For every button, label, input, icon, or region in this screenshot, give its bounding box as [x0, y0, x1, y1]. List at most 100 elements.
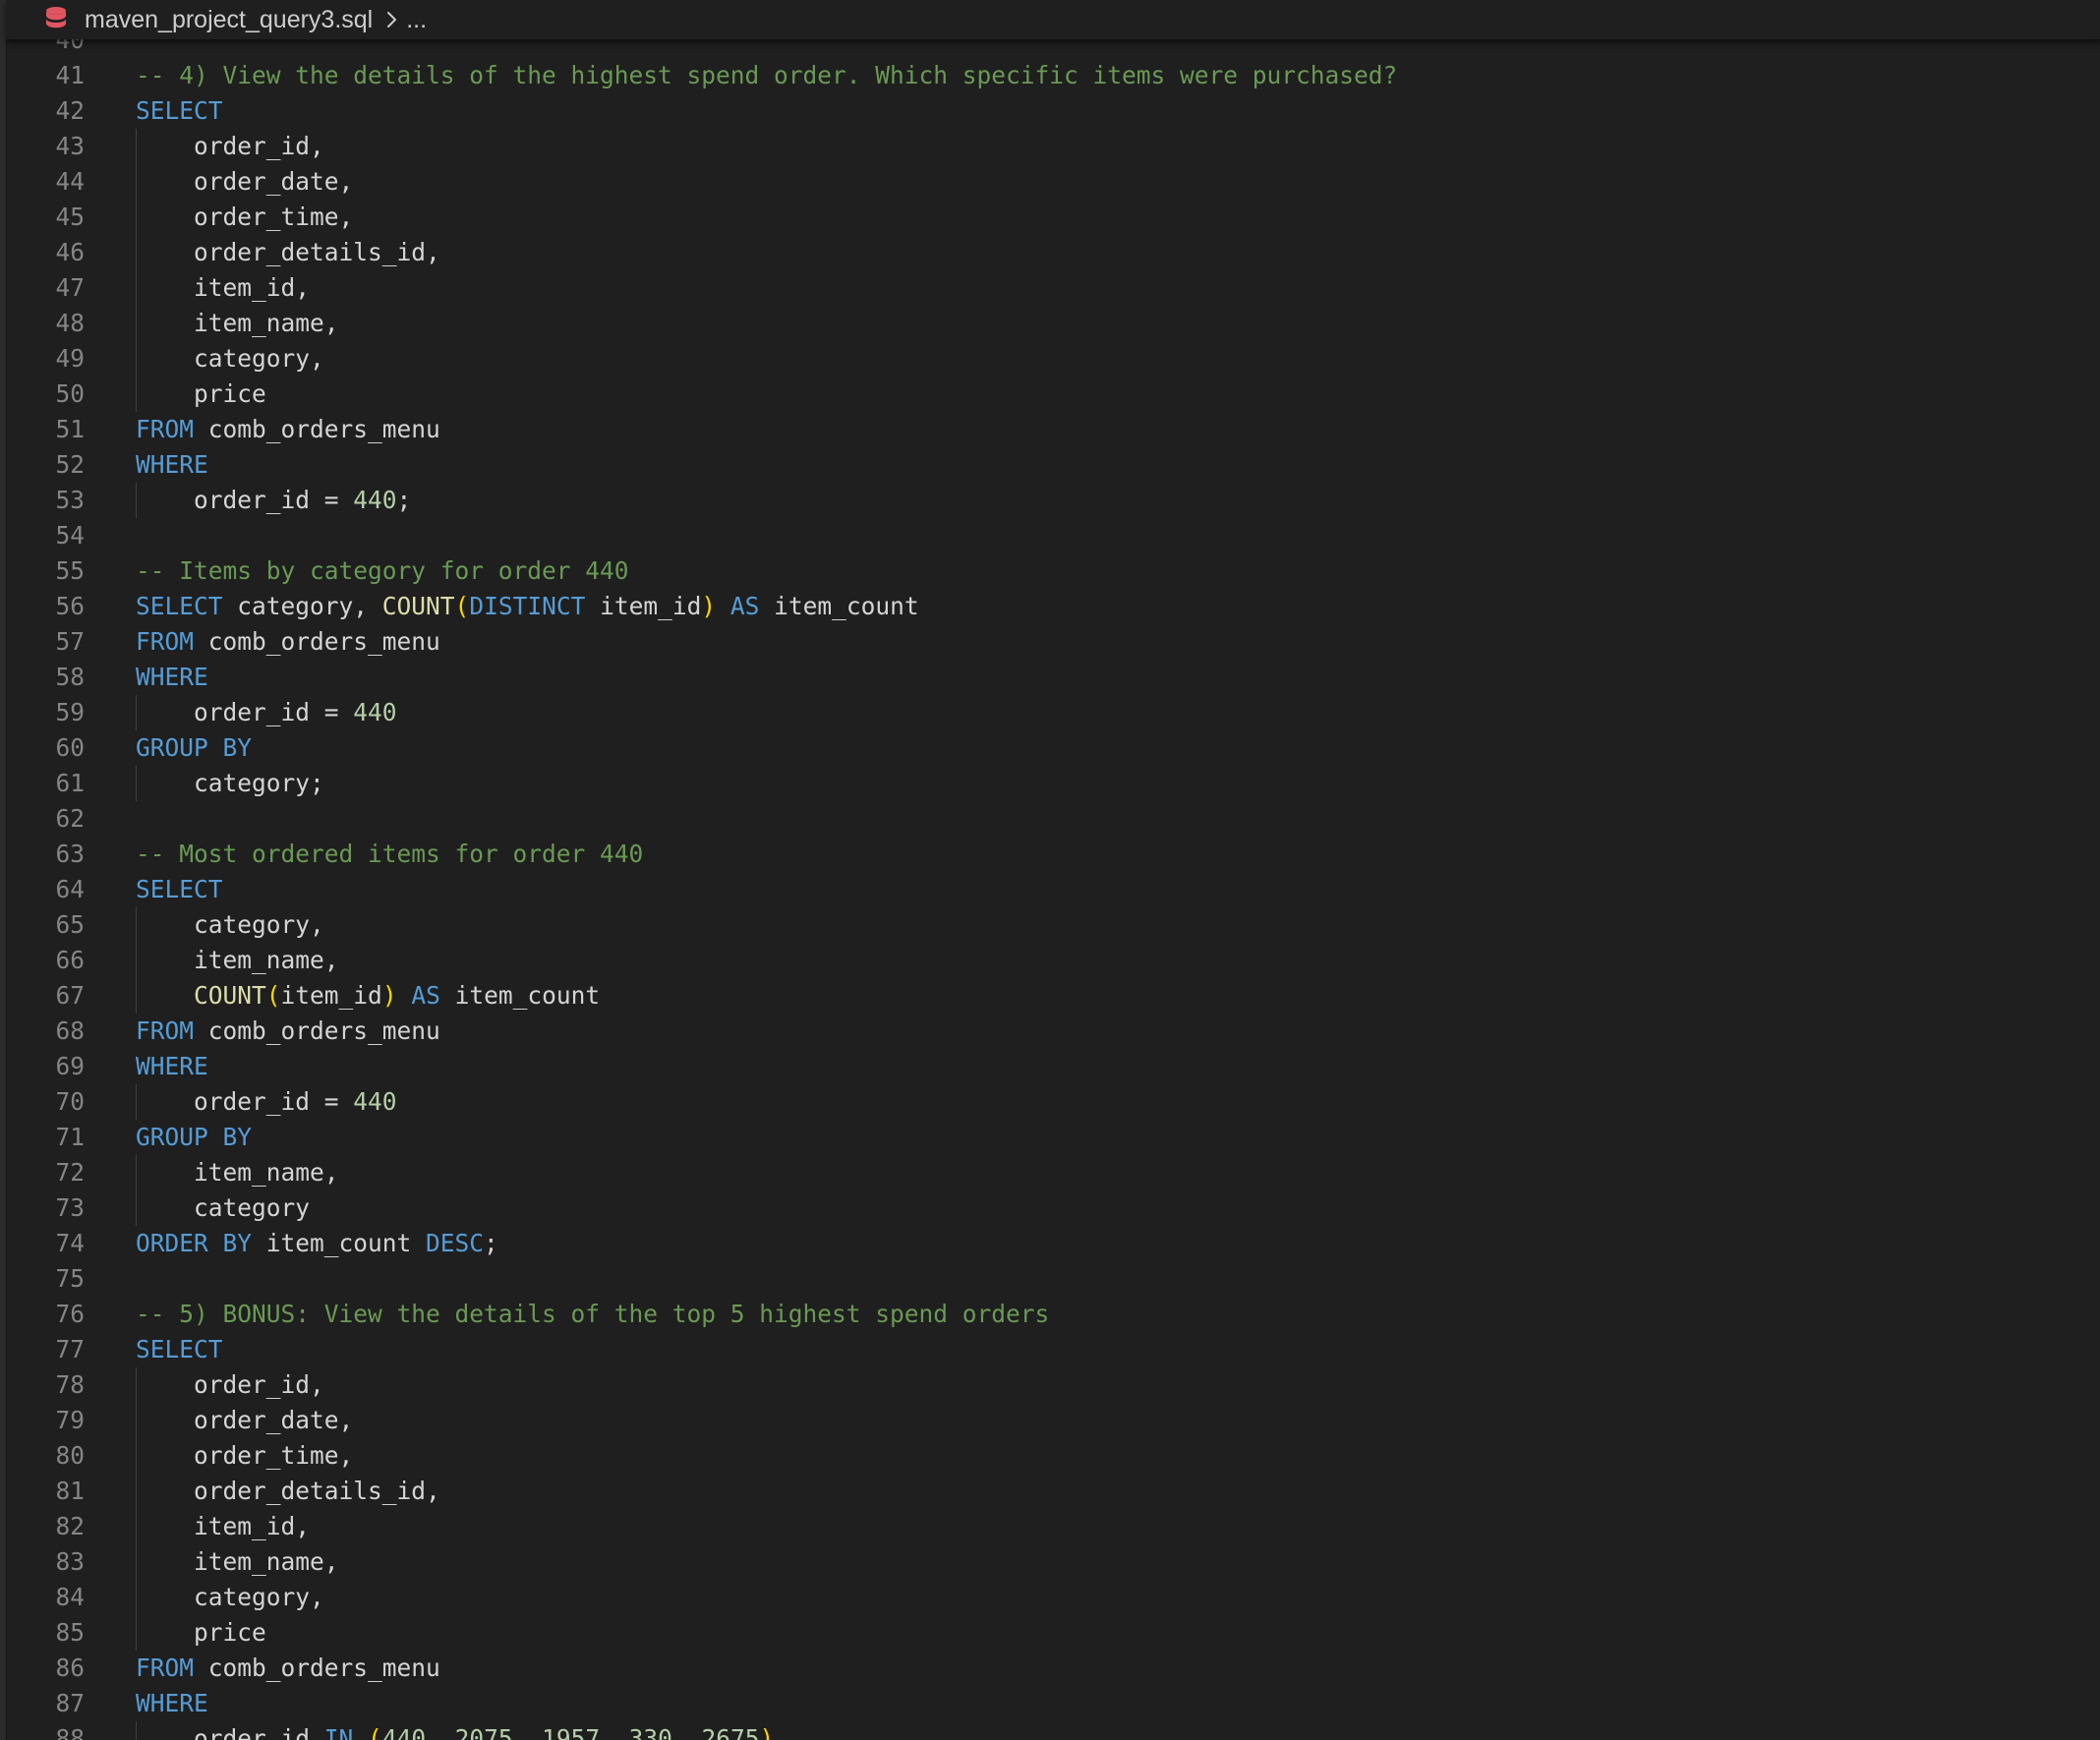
code-line[interactable]: 77 SELECT	[6, 1332, 2100, 1367]
code-text: item_name,	[136, 1155, 339, 1190]
code-line[interactable]: 75	[6, 1261, 2100, 1297]
code-line[interactable]: 61 category;	[6, 766, 2100, 801]
line-number: 42	[55, 96, 85, 125]
code-token: price	[136, 379, 266, 408]
code-line[interactable]: 57 FROM comb_orders_menu	[6, 624, 2100, 660]
code-line[interactable]: 63 -- Most ordered items for order 440	[6, 837, 2100, 872]
code-line[interactable]: 82 item_id,	[6, 1509, 2100, 1544]
code-token: ORDER BY	[136, 1229, 253, 1257]
breadcrumb-more[interactable]: ...	[406, 6, 427, 34]
code-line[interactable]: 86 FROM comb_orders_menu	[6, 1651, 2100, 1686]
code-line[interactable]: 80 order_time,	[6, 1438, 2100, 1474]
code-line[interactable]: 42 SELECT	[6, 93, 2100, 129]
code-line[interactable]: 59 order_id = 440	[6, 695, 2100, 730]
code-token: FROM	[136, 627, 195, 656]
code-line[interactable]: 52 WHERE	[6, 447, 2100, 483]
line-number: 79	[55, 1406, 85, 1434]
code-line[interactable]: 78 order_id,	[6, 1367, 2100, 1403]
line-number: 66	[55, 946, 85, 974]
line-number: 78	[55, 1370, 85, 1399]
code-text: WHERE	[136, 447, 208, 483]
code-line[interactable]: 43 order_id,	[6, 129, 2100, 164]
code-token: WHERE	[136, 1689, 208, 1717]
code-text: SELECT	[136, 93, 223, 129]
code-text: FROM comb_orders_menu	[136, 1651, 440, 1686]
line-number: 43	[55, 132, 85, 160]
code-line[interactable]: 67 COUNT(item_id) AS item_count	[6, 978, 2100, 1014]
code-line[interactable]: 53 order_id = 440;	[6, 483, 2100, 518]
code-line[interactable]: 48 item_name,	[6, 306, 2100, 341]
code-token: order_id,	[136, 132, 324, 160]
code-line[interactable]: 41 -- 4) View the details of the highest …	[6, 58, 2100, 93]
code-line[interactable]: 66 item_name,	[6, 943, 2100, 978]
breadcrumb-file-name[interactable]: maven_project_query3.sql	[85, 6, 373, 34]
code-line[interactable]: 79 order_date,	[6, 1403, 2100, 1438]
line-number: 77	[55, 1335, 85, 1363]
code-line[interactable]: 49 category,	[6, 341, 2100, 377]
code-line[interactable]: 74 ORDER BY item_count DESC;	[6, 1226, 2100, 1261]
line-number: 67	[55, 981, 85, 1010]
code-line[interactable]: 46 order_details_id,	[6, 235, 2100, 270]
code-text: order_details_id,	[136, 235, 440, 270]
code-line[interactable]: 58 WHERE	[6, 660, 2100, 695]
code-line[interactable]: 72 item_name,	[6, 1155, 2100, 1190]
code-token: order_time,	[136, 1441, 354, 1470]
code-token: comb_orders_menu	[194, 415, 440, 443]
line-number: 45	[55, 203, 85, 231]
code-line[interactable]: 84 category,	[6, 1580, 2100, 1615]
code-line[interactable]: 83 item_name,	[6, 1544, 2100, 1580]
line-number: 70	[55, 1087, 85, 1116]
code-line[interactable]: 85 price	[6, 1615, 2100, 1651]
code-text: order_id,	[136, 1367, 324, 1403]
code-text: item_name,	[136, 1544, 339, 1580]
code-token: category,	[136, 1583, 324, 1611]
code-line[interactable]: 68 FROM comb_orders_menu	[6, 1014, 2100, 1049]
code-line[interactable]: 70 order_id = 440	[6, 1084, 2100, 1120]
code-line[interactable]: 76 -- 5) BONUS: View the details of the t…	[6, 1297, 2100, 1332]
code-line[interactable]: 47 item_id,	[6, 270, 2100, 306]
code-line[interactable]: 54	[6, 518, 2100, 553]
code-line[interactable]: 87 WHERE	[6, 1686, 2100, 1721]
code-line[interactable]: 44 order_date,	[6, 164, 2100, 200]
code-line[interactable]: 62	[6, 801, 2100, 837]
line-number: 86	[55, 1653, 85, 1682]
code-token: category,	[136, 344, 324, 373]
code-text: item_name,	[136, 943, 339, 978]
code-token: 440	[353, 486, 397, 514]
code-line[interactable]: 73 category	[6, 1190, 2100, 1226]
line-number: 53	[55, 486, 85, 514]
code-line[interactable]: 65 category,	[6, 907, 2100, 943]
code-token: AS	[729, 592, 760, 620]
code-line[interactable]: 40	[6, 39, 2100, 58]
code-token: -- 4) View the details of the highest sp…	[136, 61, 1398, 89]
code-line[interactable]: 45 order_time,	[6, 200, 2100, 235]
code-token: order_id =	[136, 698, 354, 726]
code-token: order_details_id,	[136, 1477, 440, 1505]
code-token: 440	[353, 1087, 397, 1116]
code-token: 440	[381, 1724, 427, 1740]
line-number: 69	[55, 1052, 85, 1080]
code-line[interactable]: 51 FROM comb_orders_menu	[6, 412, 2100, 447]
code-token: 440	[353, 698, 397, 726]
code-line[interactable]: 64 SELECT	[6, 872, 2100, 907]
code-line[interactable]: 81 order_details_id,	[6, 1474, 2100, 1509]
code-token: ,	[600, 1724, 629, 1740]
code-line[interactable]: 56 SELECT category, COUNT(DISTINCT item_i…	[6, 589, 2100, 624]
code-token: 330	[628, 1724, 672, 1740]
code-line[interactable]: 50 price	[6, 377, 2100, 412]
code-text: category	[136, 1190, 310, 1226]
line-number: 52	[55, 450, 85, 479]
code-token: )	[759, 1724, 775, 1740]
database-icon[interactable]	[43, 6, 69, 33]
code-line[interactable]: 60 GROUP BY	[6, 730, 2100, 766]
code-editor[interactable]: 40 41 -- 4) View the details of the highes…	[6, 39, 2100, 1740]
code-line[interactable]: 55 -- Items by category for order 440	[6, 553, 2100, 589]
line-number: 75	[55, 1264, 85, 1293]
code-line[interactable]: 71 GROUP BY	[6, 1120, 2100, 1155]
code-line[interactable]: 69 WHERE	[6, 1049, 2100, 1084]
code-token: item_count	[252, 1229, 427, 1257]
line-number: 56	[55, 592, 85, 620]
code-line[interactable]: 88 order_id IN (440, 2075, 1957, 330, 26…	[6, 1721, 2100, 1740]
